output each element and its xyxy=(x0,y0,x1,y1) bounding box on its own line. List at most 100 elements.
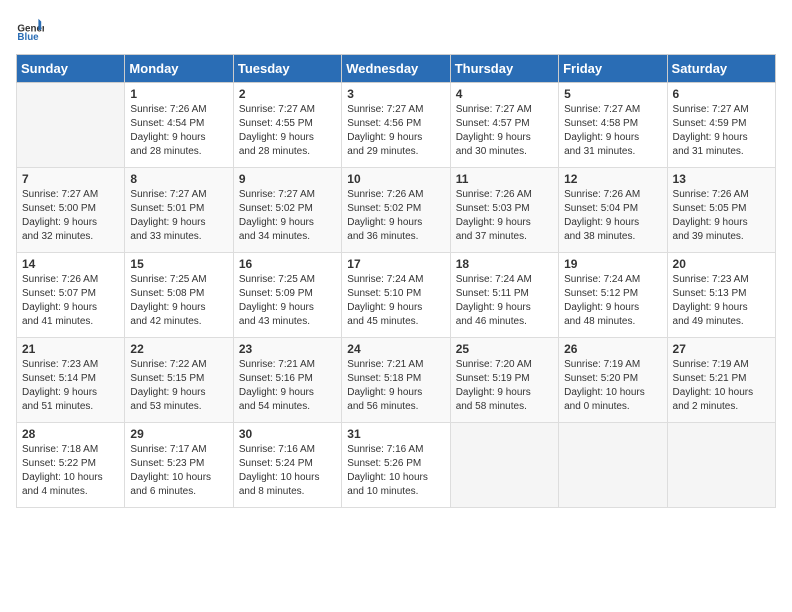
weekday-header: Tuesday xyxy=(233,55,341,83)
weekday-header: Friday xyxy=(559,55,667,83)
day-number: 20 xyxy=(673,257,770,271)
day-info: Sunrise: 7:19 AM Sunset: 5:21 PM Dayligh… xyxy=(673,358,770,414)
day-number: 5 xyxy=(564,87,661,101)
calendar-cell: 16 Sunrise: 7:25 AM Sunset: 5:09 PM Dayli… xyxy=(233,253,341,338)
calendar-cell: 10 Sunrise: 7:26 AM Sunset: 5:02 PM Dayli… xyxy=(342,168,450,253)
day-info: Sunrise: 7:16 AM Sunset: 5:26 PM Dayligh… xyxy=(347,443,444,499)
calendar-cell: 3 Sunrise: 7:27 AM Sunset: 4:56 PM Daylig… xyxy=(342,83,450,168)
logo-icon: General Blue xyxy=(16,16,44,44)
day-number: 29 xyxy=(130,427,227,441)
calendar-cell xyxy=(667,423,775,508)
day-number: 2 xyxy=(239,87,336,101)
weekday-header: Thursday xyxy=(450,55,558,83)
calendar-cell: 23 Sunrise: 7:21 AM Sunset: 5:16 PM Dayli… xyxy=(233,338,341,423)
day-number: 22 xyxy=(130,342,227,356)
calendar-cell xyxy=(559,423,667,508)
calendar-cell: 6 Sunrise: 7:27 AM Sunset: 4:59 PM Daylig… xyxy=(667,83,775,168)
weekday-header: Monday xyxy=(125,55,233,83)
calendar-cell: 8Sunrise: 7:27 AM Sunset: 5:01 PM Daylig… xyxy=(125,168,233,253)
day-info: Sunrise: 7:27 AM Sunset: 5:00 PM Dayligh… xyxy=(22,188,119,244)
calendar-week-row: 21 Sunrise: 7:23 AM Sunset: 5:14 PM Dayli… xyxy=(17,338,776,423)
day-info: Sunrise: 7:19 AM Sunset: 5:20 PM Dayligh… xyxy=(564,358,661,414)
day-info: Sunrise: 7:24 AM Sunset: 5:11 PM Dayligh… xyxy=(456,273,553,329)
day-number: 1 xyxy=(130,87,227,101)
calendar-week-row: 28 Sunrise: 7:18 AM Sunset: 5:22 PM Dayli… xyxy=(17,423,776,508)
day-number: 3 xyxy=(347,87,444,101)
day-info: Sunrise: 7:26 AM Sunset: 4:54 PM Dayligh… xyxy=(130,103,227,159)
day-number: 28 xyxy=(22,427,119,441)
calendar-cell: 27 Sunrise: 7:19 AM Sunset: 5:21 PM Dayli… xyxy=(667,338,775,423)
calendar-cell: 7 Sunrise: 7:27 AM Sunset: 5:00 PM Daylig… xyxy=(17,168,125,253)
day-number: 7 xyxy=(22,172,119,186)
day-info: Sunrise: 7:22 AM Sunset: 5:15 PM Dayligh… xyxy=(130,358,227,414)
calendar-cell xyxy=(17,83,125,168)
day-info: Sunrise: 7:23 AM Sunset: 5:14 PM Dayligh… xyxy=(22,358,119,414)
calendar-cell: 17 Sunrise: 7:24 AM Sunset: 5:10 PM Dayli… xyxy=(342,253,450,338)
day-number: 14 xyxy=(22,257,119,271)
day-number: 15 xyxy=(130,257,227,271)
day-number: 30 xyxy=(239,427,336,441)
day-info: Sunrise: 7:27 AM Sunset: 5:01 PM Dayligh… xyxy=(130,188,227,244)
calendar-cell: 15 Sunrise: 7:25 AM Sunset: 5:08 PM Dayli… xyxy=(125,253,233,338)
day-info: Sunrise: 7:24 AM Sunset: 5:12 PM Dayligh… xyxy=(564,273,661,329)
calendar-cell: 25Sunrise: 7:20 AM Sunset: 5:19 PM Dayli… xyxy=(450,338,558,423)
day-number: 11 xyxy=(456,172,553,186)
day-number: 19 xyxy=(564,257,661,271)
calendar-cell: 13Sunrise: 7:26 AM Sunset: 5:05 PM Dayli… xyxy=(667,168,775,253)
calendar-cell: 11 Sunrise: 7:26 AM Sunset: 5:03 PM Dayli… xyxy=(450,168,558,253)
day-number: 27 xyxy=(673,342,770,356)
day-number: 4 xyxy=(456,87,553,101)
calendar-cell: 21 Sunrise: 7:23 AM Sunset: 5:14 PM Dayli… xyxy=(17,338,125,423)
calendar-cell: 1 Sunrise: 7:26 AM Sunset: 4:54 PM Daylig… xyxy=(125,83,233,168)
day-info: Sunrise: 7:27 AM Sunset: 5:02 PM Dayligh… xyxy=(239,188,336,244)
day-info: Sunrise: 7:27 AM Sunset: 4:55 PM Dayligh… xyxy=(239,103,336,159)
day-number: 23 xyxy=(239,342,336,356)
day-info: Sunrise: 7:26 AM Sunset: 5:04 PM Dayligh… xyxy=(564,188,661,244)
calendar-cell: 19 Sunrise: 7:24 AM Sunset: 5:12 PM Dayli… xyxy=(559,253,667,338)
day-number: 17 xyxy=(347,257,444,271)
day-info: Sunrise: 7:27 AM Sunset: 4:57 PM Dayligh… xyxy=(456,103,553,159)
day-info: Sunrise: 7:27 AM Sunset: 4:59 PM Dayligh… xyxy=(673,103,770,159)
day-info: Sunrise: 7:18 AM Sunset: 5:22 PM Dayligh… xyxy=(22,443,119,499)
logo: General Blue xyxy=(16,16,44,44)
calendar-cell: 30 Sunrise: 7:16 AM Sunset: 5:24 PM Dayli… xyxy=(233,423,341,508)
day-info: Sunrise: 7:21 AM Sunset: 5:18 PM Dayligh… xyxy=(347,358,444,414)
calendar-cell: 14 Sunrise: 7:26 AM Sunset: 5:07 PM Dayli… xyxy=(17,253,125,338)
day-number: 21 xyxy=(22,342,119,356)
calendar-cell: 29Sunrise: 7:17 AM Sunset: 5:23 PM Dayli… xyxy=(125,423,233,508)
calendar-cell: 26Sunrise: 7:19 AM Sunset: 5:20 PM Dayli… xyxy=(559,338,667,423)
calendar-cell: 18Sunrise: 7:24 AM Sunset: 5:11 PM Dayli… xyxy=(450,253,558,338)
calendar-cell: 5Sunrise: 7:27 AM Sunset: 4:58 PM Daylig… xyxy=(559,83,667,168)
calendar-week-row: 7 Sunrise: 7:27 AM Sunset: 5:00 PM Daylig… xyxy=(17,168,776,253)
weekday-header-row: SundayMondayTuesdayWednesdayThursdayFrid… xyxy=(17,55,776,83)
day-number: 9 xyxy=(239,172,336,186)
day-info: Sunrise: 7:16 AM Sunset: 5:24 PM Dayligh… xyxy=(239,443,336,499)
calendar-cell: 9 Sunrise: 7:27 AM Sunset: 5:02 PM Daylig… xyxy=(233,168,341,253)
calendar-cell: 28 Sunrise: 7:18 AM Sunset: 5:22 PM Dayli… xyxy=(17,423,125,508)
header: General Blue xyxy=(16,16,776,44)
day-number: 31 xyxy=(347,427,444,441)
calendar-cell: 20 Sunrise: 7:23 AM Sunset: 5:13 PM Dayli… xyxy=(667,253,775,338)
day-info: Sunrise: 7:25 AM Sunset: 5:09 PM Dayligh… xyxy=(239,273,336,329)
svg-text:Blue: Blue xyxy=(17,32,39,43)
calendar-cell xyxy=(450,423,558,508)
day-info: Sunrise: 7:24 AM Sunset: 5:10 PM Dayligh… xyxy=(347,273,444,329)
day-number: 6 xyxy=(673,87,770,101)
day-number: 16 xyxy=(239,257,336,271)
day-info: Sunrise: 7:23 AM Sunset: 5:13 PM Dayligh… xyxy=(673,273,770,329)
calendar-week-row: 1 Sunrise: 7:26 AM Sunset: 4:54 PM Daylig… xyxy=(17,83,776,168)
day-info: Sunrise: 7:26 AM Sunset: 5:02 PM Dayligh… xyxy=(347,188,444,244)
day-number: 10 xyxy=(347,172,444,186)
calendar-table: SundayMondayTuesdayWednesdayThursdayFrid… xyxy=(16,54,776,508)
calendar-cell: 2 Sunrise: 7:27 AM Sunset: 4:55 PM Daylig… xyxy=(233,83,341,168)
day-info: Sunrise: 7:21 AM Sunset: 5:16 PM Dayligh… xyxy=(239,358,336,414)
day-info: Sunrise: 7:26 AM Sunset: 5:03 PM Dayligh… xyxy=(456,188,553,244)
day-info: Sunrise: 7:25 AM Sunset: 5:08 PM Dayligh… xyxy=(130,273,227,329)
calendar-cell: 24 Sunrise: 7:21 AM Sunset: 5:18 PM Dayli… xyxy=(342,338,450,423)
day-info: Sunrise: 7:26 AM Sunset: 5:07 PM Dayligh… xyxy=(22,273,119,329)
day-number: 25 xyxy=(456,342,553,356)
calendar-cell: 31 Sunrise: 7:16 AM Sunset: 5:26 PM Dayli… xyxy=(342,423,450,508)
calendar-cell: 12Sunrise: 7:26 AM Sunset: 5:04 PM Dayli… xyxy=(559,168,667,253)
day-number: 24 xyxy=(347,342,444,356)
day-info: Sunrise: 7:27 AM Sunset: 4:56 PM Dayligh… xyxy=(347,103,444,159)
